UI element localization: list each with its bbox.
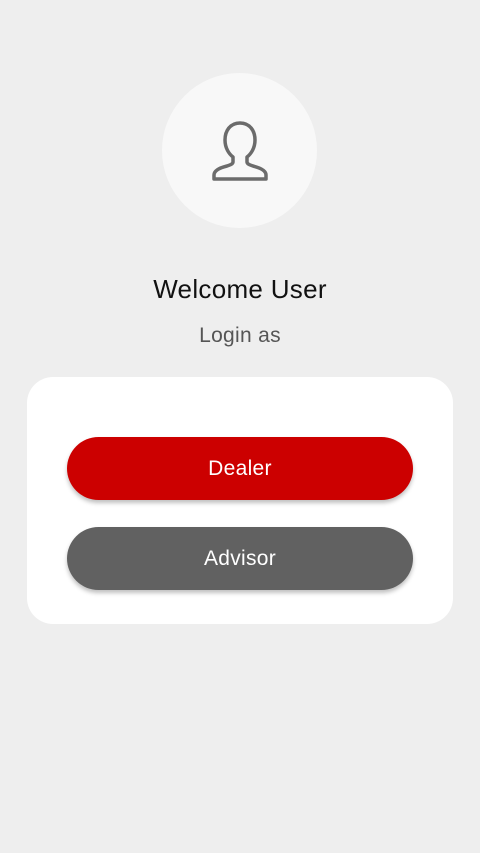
avatar xyxy=(162,73,317,228)
welcome-title: Welcome User xyxy=(153,274,327,304)
dealer-button[interactable]: Dealer xyxy=(67,437,413,500)
user-icon xyxy=(211,120,268,181)
login-subtitle: Login as xyxy=(199,324,281,347)
advisor-button[interactable]: Advisor xyxy=(67,527,413,590)
login-options-card: Dealer Advisor xyxy=(27,377,453,624)
